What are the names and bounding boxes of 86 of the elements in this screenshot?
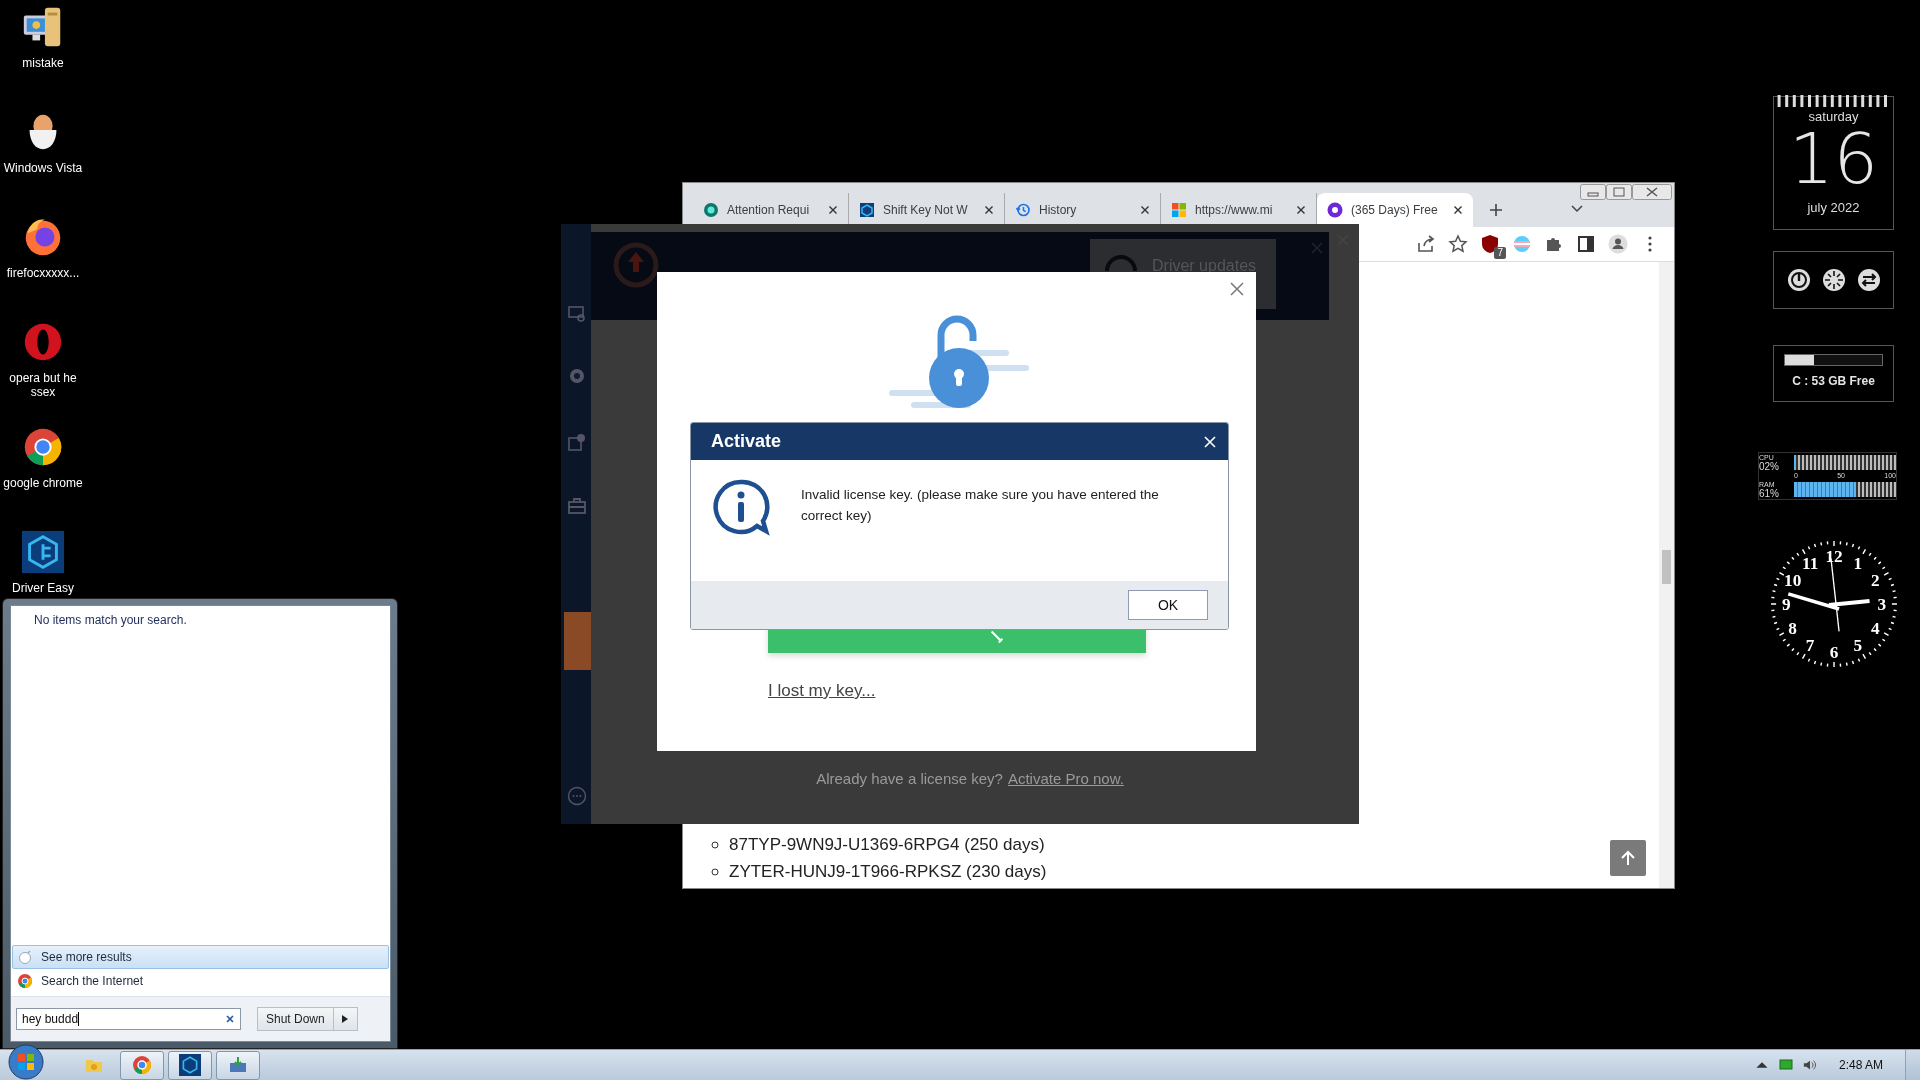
- taskbar-app[interactable]: [216, 1050, 260, 1080]
- activate-pro-link[interactable]: Activate Pro now.: [1007, 770, 1124, 787]
- clock-numeral: 3: [1877, 595, 1887, 615]
- clock-numeral: 12: [1825, 547, 1843, 567]
- close-icon[interactable]: [1296, 205, 1306, 215]
- clock-time[interactable]: 2:48 AM: [1838, 1058, 1883, 1072]
- bullet-icon: [711, 841, 719, 849]
- clock-numeral: 11: [1802, 553, 1819, 573]
- info-icon: [711, 478, 771, 538]
- monitor-search-icon[interactable]: [567, 304, 587, 324]
- chevron-down-icon[interactable]: [1571, 205, 1583, 213]
- browser-tab[interactable]: (365 Days) Free: [1317, 193, 1473, 227]
- close-icon[interactable]: [1453, 205, 1463, 215]
- site-icon: [703, 202, 719, 218]
- no-results-text: No items match your search.: [33, 612, 188, 627]
- more-icon[interactable]: [567, 786, 587, 806]
- network-icon[interactable]: [1778, 1058, 1793, 1072]
- history-icon: [1015, 202, 1031, 218]
- desktop-icon-label: firefocxxxxx...: [6, 266, 80, 280]
- close-icon[interactable]: [1632, 184, 1672, 200]
- clock-numeral: 2: [1871, 571, 1880, 591]
- disk-free-label: C : 53 GB Free: [1792, 374, 1875, 388]
- meter-reading: 02%: [1759, 462, 1780, 472]
- new-tab-icon[interactable]: [1489, 203, 1503, 217]
- clear-icon[interactable]: [225, 1014, 235, 1024]
- dialog-message: Invalid license key. (please make sure you have entered the correct key): [801, 486, 1160, 525]
- footer-text: Already have a license key?: [816, 770, 1003, 787]
- share-icon[interactable]: [1416, 234, 1436, 254]
- ok-button[interactable]: OK: [1128, 590, 1208, 620]
- license-key-text: 87TYP-9WN9J-U1369-6RPG4 (250 days): [729, 835, 1045, 855]
- clock-numeral: 8: [1788, 618, 1797, 638]
- info-document-icon[interactable]: [567, 432, 587, 452]
- dialog-title: Activate: [711, 431, 782, 452]
- weekday: saturday: [1808, 109, 1859, 124]
- power-icon[interactable]: [1786, 268, 1811, 292]
- meter-reading: 61%: [1759, 489, 1780, 499]
- logo-icon: [611, 240, 661, 290]
- lost-key-link[interactable]: I lost my key...: [768, 681, 876, 701]
- start-menu-item[interactable]: Search the Internet: [12, 969, 389, 993]
- desktop-icon-label: Driver Easy: [12, 581, 74, 595]
- clock-numeral: 4: [1871, 618, 1880, 638]
- sidebar-highlight: [564, 612, 591, 670]
- installer-icon: [228, 1055, 248, 1075]
- site-icon: [1327, 202, 1343, 218]
- chrome-icon: [132, 1055, 152, 1075]
- profile-icon[interactable]: [1608, 234, 1628, 254]
- shield-icon[interactable]: [1480, 234, 1500, 254]
- clock-numeral: 7: [1805, 636, 1815, 656]
- month-year: july 2022: [1807, 200, 1860, 215]
- scroll-to-top-button[interactable]: [1610, 840, 1646, 876]
- close-icon[interactable]: [828, 205, 838, 215]
- sun-icon[interactable]: [1821, 268, 1846, 292]
- side-panel-icon[interactable]: [1576, 234, 1596, 254]
- star-icon[interactable]: [1448, 234, 1468, 254]
- app-icon[interactable]: [20, 529, 66, 575]
- day-number: 16: [1788, 124, 1879, 194]
- start-button[interactable]: [8, 1044, 44, 1080]
- swap-arrows-icon[interactable]: [1856, 268, 1881, 292]
- site-icon: [859, 202, 875, 218]
- bullet-icon: [711, 868, 719, 876]
- license-key-text: ZYTER-HUNJ9-1T966-RPKSZ (230 days): [729, 862, 1047, 882]
- shut-down-button[interactable]: Shut Down: [257, 1007, 334, 1031]
- clock-numeral: 9: [1781, 595, 1791, 615]
- triangle-right-icon: [342, 1015, 349, 1023]
- extension-badge: 7: [1494, 247, 1506, 259]
- shut-down-options-button[interactable]: [333, 1007, 358, 1031]
- clock-numeral: 10: [1784, 571, 1802, 591]
- desktop-icon-label: google chrome: [3, 476, 83, 490]
- clock-numeral: 6: [1829, 642, 1839, 662]
- windows-logo-icon: [1171, 202, 1187, 218]
- start-menu-item[interactable]: See more results: [12, 945, 389, 969]
- chrome-icon: [17, 973, 33, 989]
- desktop-icon-label: mistake: [22, 56, 64, 70]
- clock-numeral: 5: [1853, 636, 1863, 656]
- app-icon: [179, 1054, 201, 1076]
- close-icon[interactable]: [984, 205, 994, 215]
- desktop-icon-label: opera but he ssex: [8, 371, 78, 399]
- taskbar-app[interactable]: [168, 1050, 212, 1080]
- close-icon[interactable]: [1140, 205, 1150, 215]
- toolbox-icon[interactable]: [567, 496, 587, 516]
- scrollbar[interactable]: [1659, 262, 1674, 888]
- clock-numeral: 1: [1853, 553, 1863, 573]
- desktop-icon-label: Windows Vista: [3, 161, 83, 175]
- volume-icon[interactable]: [1802, 1058, 1817, 1072]
- search-field[interactable]: hey buddd: [16, 1008, 241, 1030]
- ring-icon: [1104, 253, 1138, 271]
